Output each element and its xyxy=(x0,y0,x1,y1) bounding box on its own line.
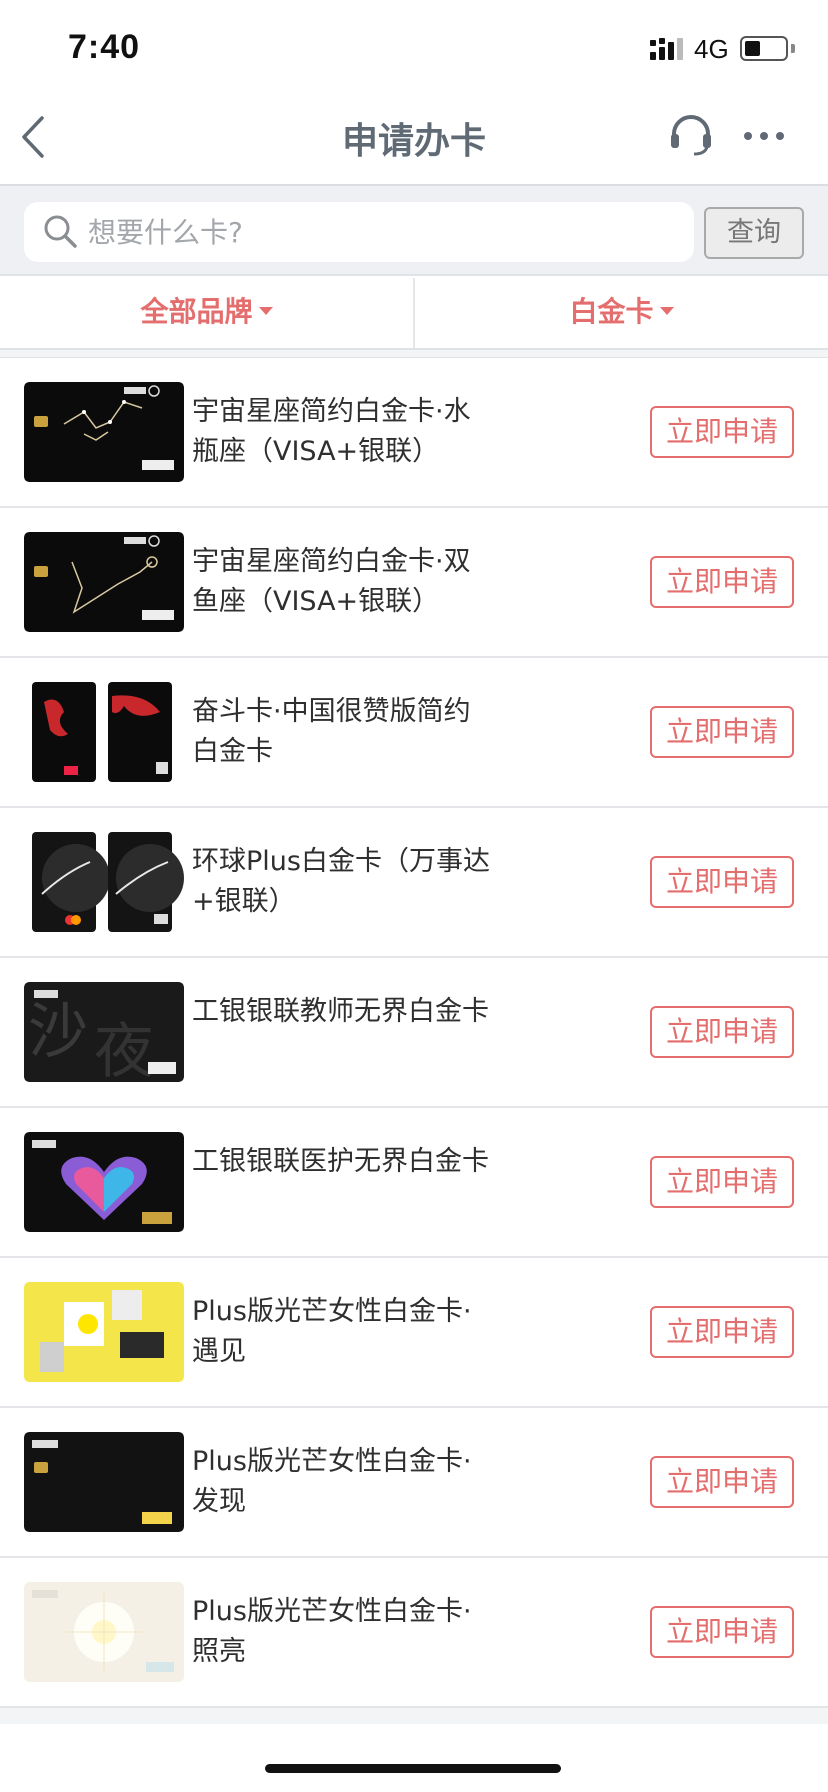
apply-button[interactable]: 立即申请 xyxy=(650,1606,794,1658)
card-list: 宇宙星座简约白金卡·水瓶座（VISA+银联） 立即申请 宇宙星座简约白金卡·双鱼… xyxy=(0,358,828,1708)
card-image-global-plus xyxy=(32,832,184,932)
filter-bar: 全部品牌 白金卡 xyxy=(0,276,828,350)
list-item[interactable]: 宇宙星座简约白金卡·水瓶座（VISA+银联） 立即申请 xyxy=(0,358,828,508)
card-title: 奋斗卡·中国很赞版简约白金卡 xyxy=(192,696,471,767)
card-title: 宇宙星座简约白金卡·双鱼座（VISA+银联） xyxy=(192,546,471,617)
search-bar: 查询 xyxy=(0,186,828,276)
svg-text:夜: 夜 xyxy=(94,1017,154,1082)
bottom-gap xyxy=(0,1708,828,1724)
card-image-aquarius xyxy=(24,382,184,482)
list-item[interactable]: Plus版光芒女性白金卡·照亮 立即申请 xyxy=(0,1558,828,1708)
signal-icon xyxy=(650,38,683,60)
card-image-plus-discover xyxy=(24,1432,184,1532)
status-time: 7:40 xyxy=(68,28,141,66)
search-icon xyxy=(44,215,77,248)
headset-icon[interactable] xyxy=(668,114,714,158)
apply-button[interactable]: 立即申请 xyxy=(650,1006,794,1058)
card-title: 宇宙星座简约白金卡·水瓶座（VISA+银联） xyxy=(192,396,471,467)
list-item[interactable]: 工银银联医护无界白金卡 立即申请 xyxy=(0,1108,828,1258)
card-title: Plus版光芒女性白金卡·发现 xyxy=(192,1446,472,1517)
list-item[interactable]: 奋斗卡·中国很赞版简约白金卡 立即申请 xyxy=(0,658,828,808)
filter-level[interactable]: 白金卡 xyxy=(415,276,828,348)
query-button[interactable]: 查询 xyxy=(704,207,804,259)
apply-button[interactable]: 立即申请 xyxy=(650,1456,794,1508)
card-image-teacher: 沙 夜 xyxy=(24,982,184,1082)
apply-button[interactable]: 立即申请 xyxy=(650,556,794,608)
filter-level-label: 白金卡 xyxy=(569,295,654,328)
svg-text:沙: 沙 xyxy=(28,997,88,1067)
ellipsis-icon[interactable] xyxy=(740,114,788,158)
battery-tip xyxy=(791,44,795,53)
card-title: Plus版光芒女性白金卡·遇见 xyxy=(192,1296,472,1367)
card-title: Plus版光芒女性白金卡·照亮 xyxy=(192,1596,472,1667)
list-item[interactable]: 环球Plus白金卡（万事达+银联） 立即申请 xyxy=(0,808,828,958)
list-item[interactable]: 宇宙星座简约白金卡·双鱼座（VISA+银联） 立即申请 xyxy=(0,508,828,658)
card-image-plus-illuminate xyxy=(24,1582,184,1682)
filter-brand-label: 全部品牌 xyxy=(140,295,253,328)
list-item[interactable]: Plus版光芒女性白金卡·遇见 立即申请 xyxy=(0,1258,828,1408)
nav-bar: 申请办卡 xyxy=(0,88,828,186)
caret-down-icon xyxy=(258,307,273,315)
home-indicator[interactable] xyxy=(265,1764,561,1773)
filter-brand[interactable]: 全部品牌 xyxy=(0,276,413,348)
card-image-plus-meet xyxy=(24,1282,184,1382)
caret-down-icon xyxy=(659,307,674,315)
battery-icon xyxy=(740,36,788,61)
apply-button[interactable]: 立即申请 xyxy=(650,856,794,908)
apply-button[interactable]: 立即申请 xyxy=(650,1306,794,1358)
card-image-medical xyxy=(24,1132,184,1232)
network-type: 4G xyxy=(694,34,729,64)
list-item[interactable]: 沙 夜 工银银联教师无界白金卡 立即申请 xyxy=(0,958,828,1108)
list-item[interactable]: Plus版光芒女性白金卡·发现 立即申请 xyxy=(0,1408,828,1558)
search-box[interactable] xyxy=(24,202,694,262)
card-image-fendou xyxy=(32,682,172,782)
card-image-pisces xyxy=(24,532,184,632)
card-title: 环球Plus白金卡（万事达+银联） xyxy=(192,846,490,917)
search-input[interactable] xyxy=(88,202,678,262)
card-title: 工银银联教师无界白金卡 xyxy=(192,996,489,1027)
status-bar: 7:40 4G xyxy=(0,0,828,88)
apply-button[interactable]: 立即申请 xyxy=(650,406,794,458)
apply-button[interactable]: 立即申请 xyxy=(650,706,794,758)
section-gap xyxy=(0,350,828,358)
card-title: 工银银联医护无界白金卡 xyxy=(192,1146,489,1177)
apply-button[interactable]: 立即申请 xyxy=(650,1156,794,1208)
